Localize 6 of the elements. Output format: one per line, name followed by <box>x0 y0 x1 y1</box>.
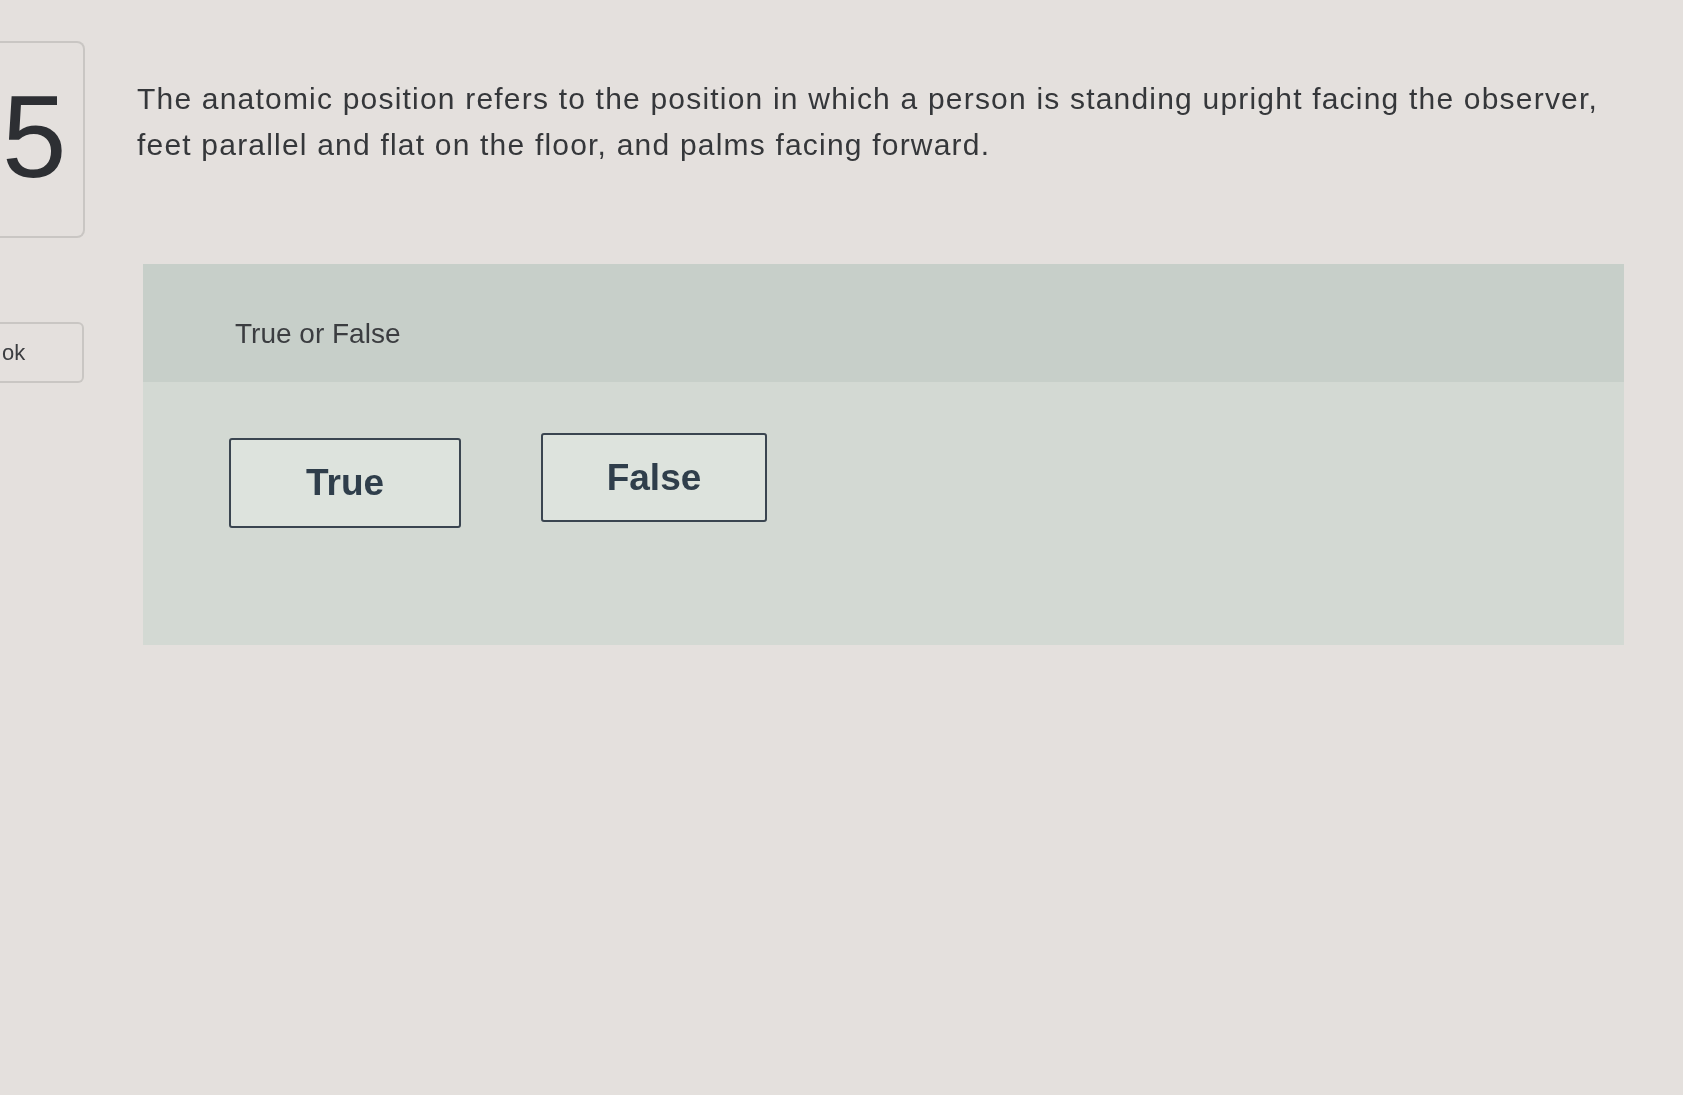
answer-option-button[interactable]: False <box>541 433 767 522</box>
sidebar-button[interactable]: ok <box>0 322 84 383</box>
question-number: 5 <box>1 78 67 195</box>
question-type-label: True or False <box>235 317 401 351</box>
question-text: The anatomic position refers to the position in which a person is standing upright facing the observer, feet parallel and flat on the floor, and palms facing forward. <box>137 81 1600 163</box>
answer-option-button[interactable]: True <box>229 438 461 528</box>
